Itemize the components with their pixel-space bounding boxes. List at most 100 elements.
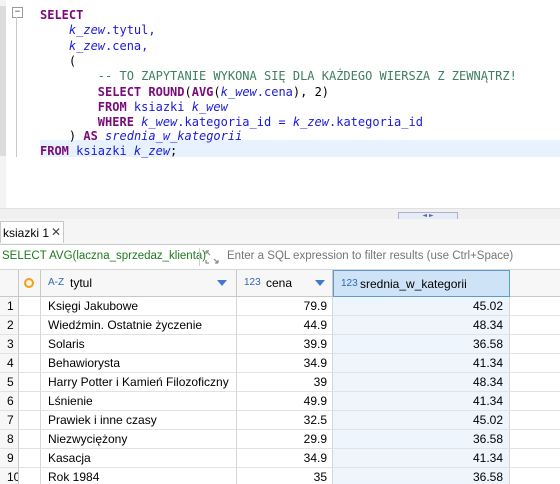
- row-filler[interactable]: [510, 430, 560, 449]
- row-marker-cell[interactable]: [19, 411, 41, 430]
- cell-srednia[interactable]: 45.02: [333, 411, 510, 430]
- query-text: SELECT AVG(laczna_sprzedaz_klienta): [2, 250, 207, 262]
- row-filler[interactable]: [510, 335, 560, 354]
- table-row[interactable]: 8 Niezwyciężony 29.9 36.58: [0, 430, 560, 449]
- sql-editor[interactable]: − SELECT k_zew.tytul, k_zew.cena, ( -- T…: [0, 0, 560, 208]
- chevron-down-icon[interactable]: [315, 280, 325, 286]
- cell-cena[interactable]: 29.9: [237, 430, 333, 449]
- cell-cena[interactable]: 34.9: [237, 354, 333, 373]
- cell-tytul[interactable]: Solaris: [41, 335, 237, 354]
- cell-cena[interactable]: 34.9: [237, 449, 333, 468]
- text-type-icon: A-Z: [48, 277, 65, 288]
- cell-cena[interactable]: 49.9: [237, 392, 333, 411]
- cell-srednia[interactable]: 48.34: [333, 316, 510, 335]
- row-number[interactable]: 4: [0, 354, 19, 373]
- cell-srednia[interactable]: 36.58: [333, 468, 510, 484]
- table-row[interactable]: 2 Wiedźmin. Ostatnie życzenie 44.9 48.34: [0, 316, 560, 335]
- row-number[interactable]: 6: [0, 392, 19, 411]
- row-filler[interactable]: [510, 468, 560, 484]
- row-marker-cell[interactable]: [19, 468, 41, 484]
- cell-cena[interactable]: 35: [237, 468, 333, 484]
- sql-line[interactable]: k_zew.cena,: [40, 38, 148, 54]
- sql-line[interactable]: FROM ksiazki k_wew: [40, 99, 228, 115]
- table-row[interactable]: 7 Prawiek i inne czasy 32.5 45.02: [0, 411, 560, 430]
- sql-line[interactable]: FROM ksiazki k_zew;: [40, 143, 177, 159]
- table-row[interactable]: 1 Księgi Jakubowe 79.9 45.02: [0, 297, 560, 316]
- row-filler[interactable]: [510, 411, 560, 430]
- cell-tytul[interactable]: Lśnienie: [41, 392, 237, 411]
- row-number[interactable]: 2: [0, 316, 19, 335]
- column-label-cena: cena: [266, 276, 293, 290]
- chevron-down-icon[interactable]: [217, 280, 227, 286]
- cell-tytul[interactable]: Behawiorysta: [41, 354, 237, 373]
- cell-cena[interactable]: 39: [237, 373, 333, 392]
- filter-input[interactable]: [227, 250, 557, 262]
- sql-line[interactable]: k_zew.tytul,: [40, 22, 156, 38]
- results-grid[interactable]: A-Z tytul 123 cena 123 srednia_w_kategor…: [0, 270, 560, 484]
- column-header-srednia[interactable]: 123 srednia_w_kategorii: [333, 270, 510, 297]
- row-marker-cell[interactable]: [19, 316, 41, 335]
- table-row[interactable]: 3 Solaris 39.9 36.58: [0, 335, 560, 354]
- row-marker-cell[interactable]: [19, 449, 41, 468]
- row-marker-cell[interactable]: [19, 354, 41, 373]
- cell-cena[interactable]: 32.5: [237, 411, 333, 430]
- tab-ksiazki-1[interactable]: ksiazki 1 ✕: [0, 221, 64, 243]
- grid-corner[interactable]: [19, 270, 41, 297]
- sql-line[interactable]: SELECT ROUND(AVG(k_wew.cena), 2): [40, 84, 329, 100]
- cell-srednia[interactable]: 48.34: [333, 373, 510, 392]
- table-row[interactable]: 10 Rok 19843536.58: [0, 468, 560, 484]
- close-icon[interactable]: ✕: [51, 225, 61, 239]
- row-marker-cell[interactable]: [19, 335, 41, 354]
- sql-token: AVG: [191, 85, 214, 99]
- cell-tytul[interactable]: Księgi Jakubowe: [41, 297, 237, 316]
- row-number[interactable]: 10: [0, 468, 19, 484]
- row-number[interactable]: 8: [0, 430, 19, 449]
- row-marker-cell[interactable]: [19, 297, 41, 316]
- cell-srednia[interactable]: 41.34: [333, 392, 510, 411]
- table-row[interactable]: 6 Lśnienie 49.9 41.34: [0, 392, 560, 411]
- filter-icon[interactable]: [204, 249, 220, 265]
- row-marker-cell[interactable]: [19, 430, 41, 449]
- sql-line[interactable]: -- TO ZAPYTANIE WYKONA SIĘ DLA KAŻDEGO W…: [40, 68, 517, 84]
- row-filler[interactable]: [510, 392, 560, 411]
- table-row[interactable]: 5 Harry Potter i Kamień Filozoficzny 39 48.…: [0, 373, 560, 392]
- row-marker-cell[interactable]: [19, 373, 41, 392]
- sql-indent: [40, 129, 69, 143]
- table-row[interactable]: 9 Kasacja 34.9 41.34: [0, 449, 560, 468]
- sql-token: ;: [170, 144, 178, 158]
- sql-line[interactable]: (: [40, 53, 76, 69]
- row-filler[interactable]: [510, 449, 560, 468]
- row-number-header: [0, 270, 19, 297]
- cell-srednia[interactable]: 45.02: [333, 297, 510, 316]
- editor-results-splitter[interactable]: [0, 208, 560, 219]
- row-filler[interactable]: [510, 373, 560, 392]
- fold-toggle[interactable]: −: [12, 7, 23, 18]
- cell-srednia[interactable]: 36.58: [333, 430, 510, 449]
- cell-srednia[interactable]: 36.58: [333, 335, 510, 354]
- cell-srednia[interactable]: 41.34: [333, 449, 510, 468]
- row-number[interactable]: 5: [0, 373, 19, 392]
- cell-tytul[interactable]: Harry Potter i Kamień Filozoficzny: [41, 373, 237, 392]
- cell-srednia[interactable]: 41.34: [333, 354, 510, 373]
- sql-line[interactable]: ) AS srednia_w_kategorii: [40, 128, 242, 144]
- cell-cena[interactable]: 44.9: [237, 316, 333, 335]
- row-number[interactable]: 9: [0, 449, 19, 468]
- cell-cena[interactable]: 79.9: [237, 297, 333, 316]
- row-filler[interactable]: [510, 354, 560, 373]
- column-header-cena[interactable]: 123 cena: [237, 270, 333, 297]
- cell-tytul[interactable]: Niezwyciężony: [41, 430, 237, 449]
- sql-line[interactable]: SELECT: [40, 7, 83, 23]
- cell-tytul[interactable]: Prawiek i inne czasy: [41, 411, 237, 430]
- row-marker-cell[interactable]: [19, 392, 41, 411]
- cell-tytul[interactable]: Rok 1984: [41, 468, 237, 484]
- row-number[interactable]: 1: [0, 297, 19, 316]
- cell-tytul[interactable]: Kasacja: [41, 449, 237, 468]
- table-row[interactable]: 4 Behawiorysta 34.9 41.34: [0, 354, 560, 373]
- row-filler[interactable]: [510, 316, 560, 335]
- column-header-tytul[interactable]: A-Z tytul: [41, 270, 237, 297]
- cell-cena[interactable]: 39.9: [237, 335, 333, 354]
- row-filler[interactable]: [510, 297, 560, 316]
- row-number[interactable]: 3: [0, 335, 19, 354]
- row-number[interactable]: 7: [0, 411, 19, 430]
- cell-tytul[interactable]: Wiedźmin. Ostatnie życzenie: [41, 316, 237, 335]
